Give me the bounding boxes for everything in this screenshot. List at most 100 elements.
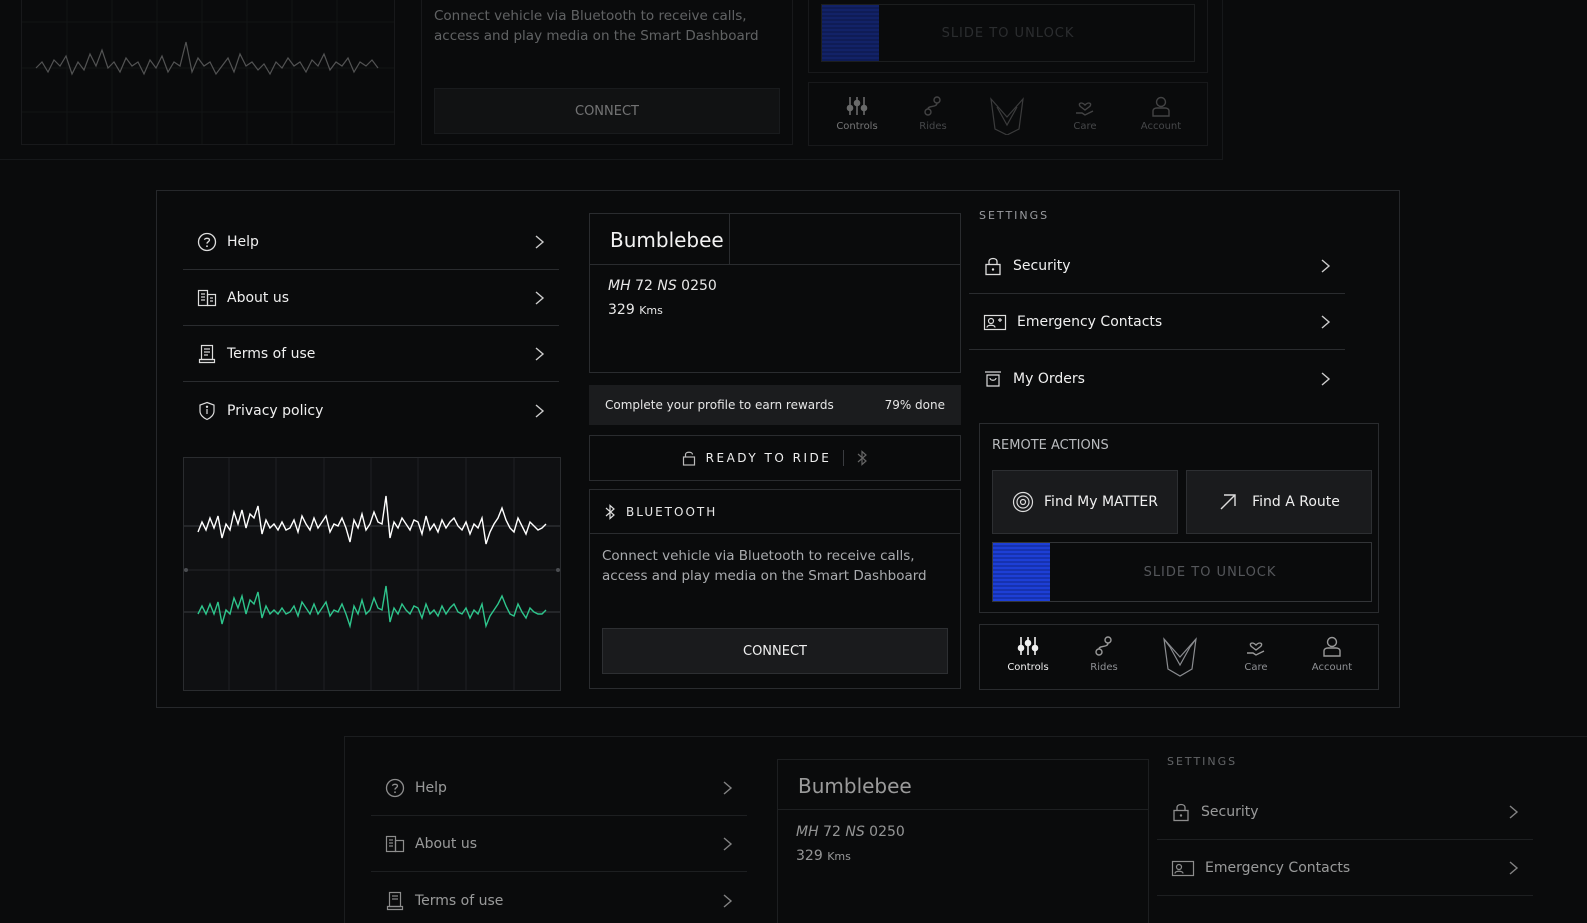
vehicle-card: Bumblebee MH 72 NS 0250 329 Kms	[589, 213, 961, 373]
brand-logo[interactable]	[1162, 635, 1198, 677]
sliders-icon	[846, 97, 868, 115]
nav-controls[interactable]: Controls	[990, 635, 1066, 673]
top-ghost-frame: Connect vehicle via Bluetooth to receive…	[0, 0, 1223, 160]
ghost-connect-label: CONNECT	[575, 103, 639, 119]
ghost-vehicle-range: 329 Kms	[796, 848, 851, 864]
ghost-menu-help-label: Help	[415, 780, 447, 796]
connect-button[interactable]: CONNECT	[602, 628, 948, 674]
ghost-vehicle-plate: MH 72 NS 0250	[796, 824, 905, 840]
ghost-settings-title: SETTINGS	[1167, 755, 1238, 768]
ghost-slide-handle[interactable]	[822, 5, 879, 61]
ghost-vehicle-name: Bumblebee	[798, 774, 912, 798]
ghost-chart-card	[21, 0, 395, 145]
document-icon	[197, 344, 217, 364]
ghost-menu-help[interactable]: Help	[371, 761, 747, 816]
ghost-slide-label: SLIDE TO UNLOCK	[941, 25, 1075, 41]
ghost-bluetooth-description: Connect vehicle via Bluetooth to receive…	[434, 8, 759, 44]
chevron-right-icon	[1319, 315, 1331, 329]
ghost-nav-care-label: Care	[1073, 121, 1097, 132]
settings-item-emergency[interactable]: Emergency Contacts	[969, 295, 1345, 350]
account-icon	[1323, 636, 1341, 657]
nav-controls-label: Controls	[1007, 662, 1049, 673]
remote-actions-title: REMOTE ACTIONS	[992, 438, 1109, 453]
remote-actions-card: REMOTE ACTIONS Find My MATTER Find A Rou…	[979, 423, 1379, 613]
menu-item-terms[interactable]: Terms of use	[183, 327, 559, 382]
find-route-button[interactable]: Find A Route	[1186, 470, 1372, 534]
lock-icon	[1171, 802, 1191, 822]
arrow-up-right-icon	[1218, 492, 1238, 512]
nav-rides-label: Rides	[1090, 662, 1118, 673]
ghost-plate-num1: 72	[823, 824, 841, 840]
ghost-nav-account-label: Account	[1140, 121, 1182, 132]
settings-item-security[interactable]: Security	[969, 239, 1345, 294]
nav-care[interactable]: Care	[1218, 635, 1294, 673]
range-unit: Kms	[639, 304, 663, 317]
question-icon	[385, 778, 405, 798]
route-icon	[924, 96, 941, 116]
ghost-nav-rides[interactable]: Rides	[895, 95, 971, 132]
ride-status-bar: READY TO RIDE	[589, 435, 961, 481]
ghost-menu-terms-label: Terms of use	[415, 892, 504, 909]
vehicle-range: 329 Kms	[608, 302, 663, 318]
ghost-menu-about[interactable]: About us	[371, 817, 747, 872]
ghost-nav-controls-label: Controls	[836, 121, 878, 132]
shield-icon	[197, 401, 217, 421]
chevron-right-icon	[1507, 861, 1519, 875]
connect-label: CONNECT	[743, 643, 807, 659]
cart-icon	[983, 369, 1003, 389]
menu-item-terms-label: Terms of use	[227, 346, 316, 362]
ghost-bluetooth-card: Connect vehicle via Bluetooth to receive…	[421, 0, 793, 145]
plate-num1: 72	[635, 278, 653, 294]
find-matter-button[interactable]: Find My MATTER	[992, 470, 1178, 534]
profile-banner[interactable]: Complete your profile to earn rewards 79…	[589, 385, 961, 425]
menu-item-about[interactable]: About us	[183, 271, 559, 326]
chevron-right-icon	[721, 893, 733, 908]
document-icon	[385, 891, 405, 911]
route-icon	[1095, 636, 1112, 656]
menu-item-privacy-label: Privacy policy	[227, 402, 324, 419]
chevron-right-icon	[721, 837, 733, 851]
slide-to-unlock-label: SLIDE TO UNLOCK	[1143, 564, 1277, 580]
matter-logo-icon	[990, 97, 1024, 135]
ghost-nav-controls[interactable]: Controls	[819, 95, 895, 132]
bluetooth-description: Connect vehicle via Bluetooth to receive…	[602, 548, 927, 584]
contact-card-icon	[1171, 858, 1195, 878]
chevron-right-icon	[1507, 805, 1519, 819]
menu-item-help[interactable]: Help	[183, 215, 559, 270]
ghost-settings-security[interactable]: Security	[1157, 785, 1533, 840]
chevron-right-icon	[1319, 259, 1331, 273]
ghost-nav-rides-label: Rides	[919, 121, 947, 132]
chevron-right-icon	[533, 403, 545, 418]
settings-security-label: Security	[1013, 258, 1071, 274]
menu-item-help-label: Help	[227, 234, 259, 250]
plate-num2: 0250	[681, 278, 717, 294]
ghost-nav-care[interactable]: Care	[1047, 95, 1123, 132]
slide-to-unlock-handle[interactable]	[993, 543, 1050, 601]
bluetooth-title: BLUETOOTH	[626, 504, 718, 519]
settings-orders-label: My Orders	[1013, 370, 1085, 387]
settings-emergency-label: Emergency Contacts	[1017, 314, 1163, 330]
menu-item-about-label: About us	[227, 290, 290, 306]
nav-rides[interactable]: Rides	[1066, 635, 1142, 673]
ghost-plate-prefix: MH	[796, 824, 819, 840]
ghost-nav-bar: Controls Rides Care Account	[808, 82, 1208, 146]
chevron-right-icon	[533, 235, 545, 249]
vehicle-name: Bumblebee	[610, 228, 724, 252]
menu-item-privacy[interactable]: Privacy policy	[183, 383, 559, 438]
settings-item-orders[interactable]: My Orders	[969, 351, 1345, 406]
bottom-ghost-frame: Help About us Terms of use Bumblebee MH …	[344, 736, 1587, 923]
bluetooth-header: BLUETOOTH	[590, 490, 960, 534]
nav-care-label: Care	[1244, 662, 1268, 673]
matter-logo-icon	[1163, 637, 1197, 677]
ghost-settings-emergency[interactable]: Emergency Contacts	[1157, 841, 1533, 896]
ghost-connect-button[interactable]: CONNECT	[434, 88, 780, 134]
status-divider	[843, 450, 845, 466]
ghost-plate-mid: NS	[845, 824, 865, 840]
ride-status-text: READY TO RIDE	[705, 451, 832, 465]
question-icon	[197, 232, 217, 252]
ghost-menu-terms[interactable]: Terms of use	[371, 873, 747, 923]
ghost-chart	[22, 0, 394, 144]
nav-account[interactable]: Account	[1294, 635, 1370, 673]
ghost-settings-emergency-label: Emergency Contacts	[1205, 860, 1351, 876]
ghost-nav-account[interactable]: Account	[1123, 95, 1199, 132]
